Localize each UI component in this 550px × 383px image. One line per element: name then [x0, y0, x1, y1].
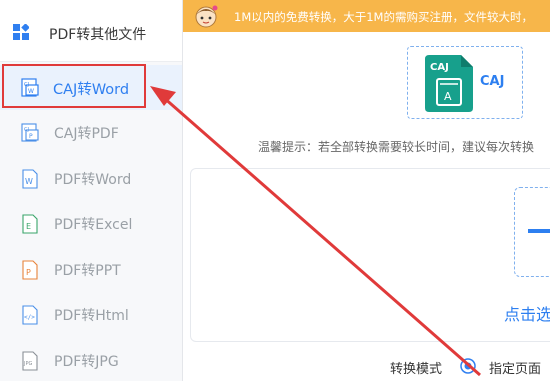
caj-file-icon-letter: A — [444, 90, 452, 103]
banner-text: 1M以内的免费转换，大于1M的需购买注册，文件较大时， — [234, 10, 533, 24]
sidebar-item-label: PDF转Excel — [54, 217, 133, 233]
sidebar-header-title: PDF转其他文件 — [49, 27, 147, 43]
sidebar-item-label: CAJ转PDF — [54, 126, 119, 142]
annotation-highlight-box — [2, 64, 146, 108]
hint-text: 温馨提示：若全部转换需要较长时间，建议每次转换 — [258, 140, 535, 154]
click-to-select-text[interactable]: 点击选 — [504, 301, 550, 325]
sidebar-item-label: PDF转JPG — [54, 354, 119, 370]
sidebar-item-label: PDF转PPT — [54, 263, 121, 279]
sidebar-header[interactable]: PDF转其他文件 — [0, 0, 182, 62]
info-banner: 1M以内的免费转换，大于1M的需购买注册，文件较大时， — [183, 0, 550, 32]
format-label: CAJ — [480, 74, 505, 89]
pdf-word-icon: W — [22, 169, 38, 189]
svg-text:P: P — [26, 268, 31, 277]
svg-text:</>: </> — [24, 314, 35, 321]
radio-selected-icon[interactable] — [460, 358, 476, 374]
sidebar-item-pdf-to-jpg[interactable]: JPG PDF转JPG — [0, 338, 182, 383]
pdf-excel-icon: E — [22, 214, 38, 234]
sidebar-item-caj-to-pdf[interactable]: CJ P CAJ转PDF — [0, 110, 182, 155]
svg-text:JPG: JPG — [23, 361, 32, 367]
caj-pdf-icon: CJ P — [21, 123, 39, 142]
sidebar-item-pdf-to-word[interactable]: W PDF转Word — [0, 156, 182, 201]
pdf-ppt-icon: P — [22, 260, 38, 280]
sidebar-item-pdf-to-html[interactable]: </> PDF转Html — [0, 292, 182, 337]
sidebar-item-pdf-to-ppt[interactable]: P PDF转PPT — [0, 247, 182, 292]
sidebar-item-label: PDF转Html — [54, 308, 129, 324]
svg-text:W: W — [25, 177, 33, 186]
caj-file-icon: CAJ A — [425, 55, 473, 112]
mascot-icon — [195, 5, 218, 28]
pdf-jpg-icon: JPG — [22, 351, 38, 371]
grid-menu-icon — [13, 24, 29, 40]
mode-option-specified-pages[interactable]: 指定页面 — [489, 358, 541, 377]
pdf-html-icon: </> — [22, 305, 38, 325]
plus-icon — [528, 229, 550, 233]
svg-text:P: P — [29, 133, 33, 140]
upload-panel — [190, 168, 550, 342]
svg-text:E: E — [26, 222, 31, 231]
caj-file-icon-label: CAJ — [430, 62, 449, 73]
sidebar-item-pdf-to-excel[interactable]: E PDF转Excel — [0, 201, 182, 246]
conversion-mode-label: 转换模式 — [390, 362, 443, 377]
sidebar-item-label: PDF转Word — [54, 172, 132, 188]
sidebar: PDF转其他文件 CJ W CAJ转Word CJ P CAJ转PDF W PD… — [0, 0, 183, 381]
